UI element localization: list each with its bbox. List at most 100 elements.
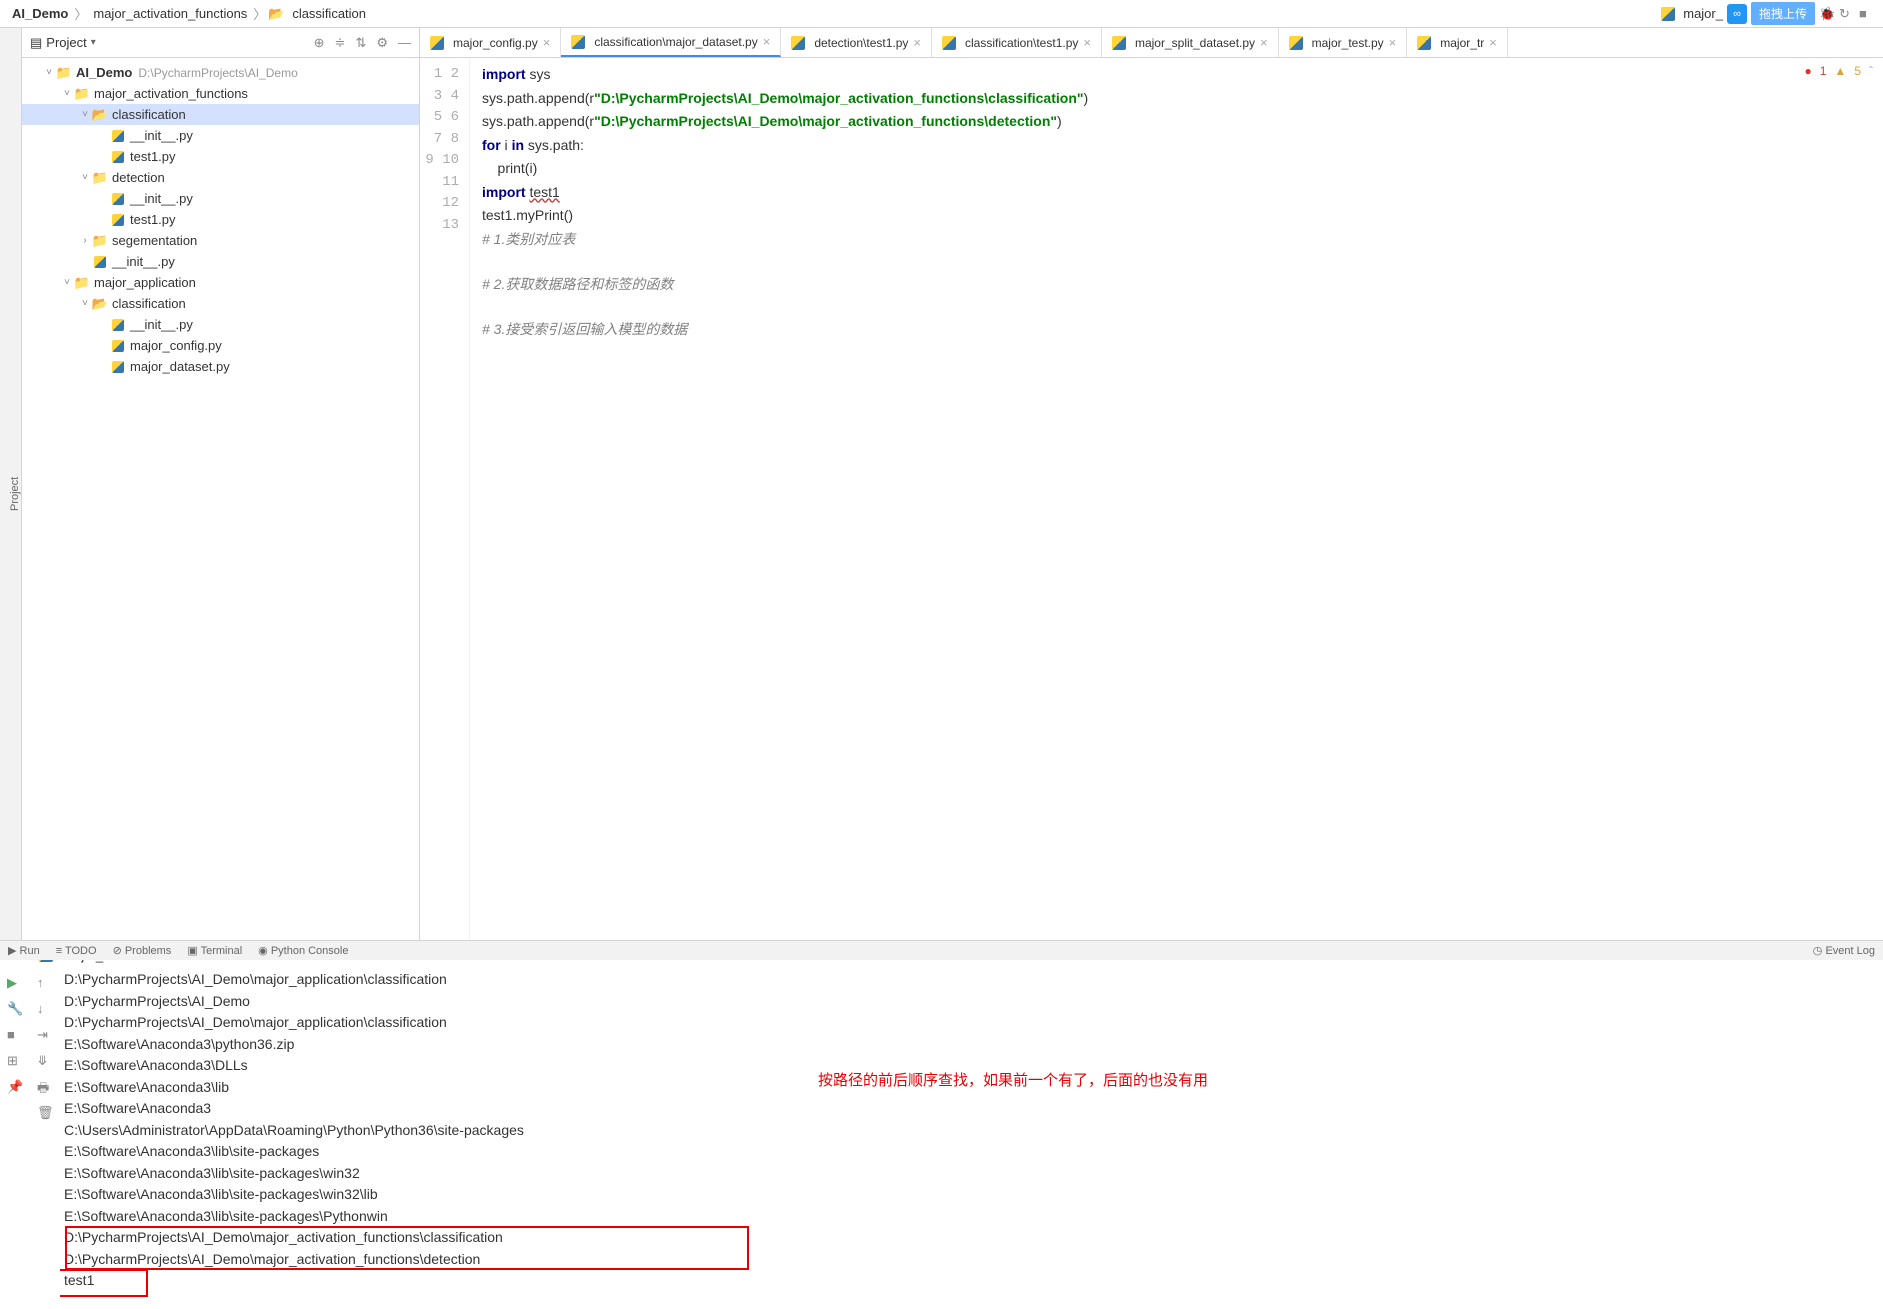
python-icon: [1661, 7, 1675, 21]
tree-row[interactable]: ˅📁major_application: [22, 272, 419, 293]
trash-icon[interactable]: 🗑: [37, 1105, 53, 1121]
crumb-1[interactable]: major_activation_functions: [89, 6, 251, 21]
chevron-down-icon[interactable]: ▾: [91, 37, 96, 48]
expand-icon[interactable]: ⇅: [355, 35, 366, 51]
tree-label: classification: [112, 107, 186, 122]
tree-row[interactable]: ›📁segementation: [22, 230, 419, 251]
layout-icon[interactable]: ⊞: [7, 1053, 23, 1069]
tree-row[interactable]: __init__.py: [22, 314, 419, 335]
folder-icon: 📁: [74, 276, 90, 290]
wrench-icon[interactable]: 🔧: [7, 1001, 23, 1017]
refresh-icon[interactable]: ↻: [1839, 6, 1855, 22]
status-run[interactable]: ▶ Run: [8, 944, 40, 957]
down-icon[interactable]: ↓: [37, 1001, 53, 1017]
tree-row[interactable]: __init__.py: [22, 251, 419, 272]
project-title[interactable]: Project: [46, 35, 86, 50]
chevron-right-icon: 〉: [72, 4, 89, 23]
tree-label: AI_Demo: [76, 65, 132, 80]
tree-label: test1.py: [130, 149, 176, 164]
editor-tab[interactable]: major_test.py×: [1279, 28, 1408, 57]
close-icon[interactable]: ×: [763, 34, 771, 49]
folder-icon: 📂: [92, 297, 108, 311]
editor-tab[interactable]: major_config.py ×: [420, 28, 561, 57]
editor-tab[interactable]: detection\test1.py×: [781, 28, 932, 57]
code-editor[interactable]: 1 2 3 4 5 6 7 8 9 10 11 12 13 import sys…: [420, 58, 1883, 940]
tree-arrow-icon[interactable]: ›: [78, 235, 92, 246]
tree-row[interactable]: ˅📁AI_DemoD:\PycharmProjects\AI_Demo: [22, 62, 419, 83]
status-todo[interactable]: ≡ TODO: [56, 945, 97, 957]
up-icon[interactable]: ↑: [37, 975, 53, 991]
close-icon[interactable]: ×: [543, 35, 551, 50]
status-terminal[interactable]: ▣ Terminal: [187, 944, 242, 957]
tree-row[interactable]: major_dataset.py: [22, 356, 419, 377]
tree-label: major_dataset.py: [130, 359, 230, 374]
tree-arrow-icon[interactable]: ˅: [78, 172, 92, 183]
tree-arrow-icon[interactable]: ˅: [60, 277, 74, 288]
pin-icon[interactable]: 📌: [7, 1079, 23, 1095]
upload-button[interactable]: 拖拽上传: [1751, 2, 1815, 25]
tree-row[interactable]: test1.py: [22, 146, 419, 167]
close-icon[interactable]: ×: [1260, 35, 1268, 50]
tree-row[interactable]: __init__.py: [22, 125, 419, 146]
project-tree[interactable]: ˅📁AI_DemoD:\PycharmProjects\AI_Demo˅📁maj…: [22, 58, 419, 940]
status-pyconsole[interactable]: ◉ Python Console: [258, 944, 348, 957]
sidetab-project[interactable]: Project: [9, 48, 21, 940]
gear-icon[interactable]: ⚙: [376, 35, 388, 51]
chevron-icon[interactable]: ˆ: [1869, 64, 1873, 78]
tree-label: __init__.py: [112, 254, 175, 269]
tree-row[interactable]: major_config.py: [22, 335, 419, 356]
tree-row[interactable]: test1.py: [22, 209, 419, 230]
tree-arrow-icon[interactable]: ˅: [60, 88, 74, 99]
tab-label: major_split_dataset.py: [1135, 36, 1255, 50]
print-icon[interactable]: 🖶: [37, 1079, 53, 1095]
python-icon: [1289, 36, 1303, 50]
crumb-root[interactable]: AI_Demo: [8, 6, 72, 21]
hide-icon[interactable]: —: [398, 35, 411, 51]
target-icon[interactable]: ⊕: [314, 35, 325, 51]
python-file-icon: [110, 129, 126, 143]
inspection-widget[interactable]: ●1 ▲5 ˆ: [1804, 64, 1873, 78]
editor-tab[interactable]: classification\major_dataset.py×: [561, 28, 781, 57]
play-icon[interactable]: ▶: [7, 975, 23, 991]
wrap-icon[interactable]: ⇥: [37, 1027, 53, 1043]
code-content[interactable]: import sys sys.path.append(r"D:\PycharmP…: [470, 58, 1883, 940]
run-panel: Run: major_dataset × ⚙ — ▶ 🔧 ■ ⊞ 📌 ↑ ↓ ⇥…: [0, 940, 1883, 1309]
tree-label: major_config.py: [130, 338, 222, 353]
status-problems[interactable]: ⊘ Problems: [113, 944, 172, 957]
tree-row[interactable]: ˅📁major_activation_functions: [22, 83, 419, 104]
close-icon[interactable]: ×: [1389, 35, 1397, 50]
console-output[interactable]: D:\PycharmProjects\AI_Demo\major_applica…: [60, 969, 1883, 1309]
project-panel-header: ▤ Project ▾ ⊕ ≑ ⇅ ⚙ —: [22, 28, 419, 58]
folder-icon: 📁: [92, 234, 108, 248]
tree-arrow-icon[interactable]: ˅: [78, 298, 92, 309]
bug-icon[interactable]: 🐞: [1819, 6, 1835, 22]
close-icon[interactable]: ×: [1083, 35, 1091, 50]
close-icon[interactable]: ×: [1489, 35, 1497, 50]
tree-row[interactable]: ˅📁detection: [22, 167, 419, 188]
tree-arrow-icon[interactable]: ˅: [42, 67, 56, 78]
python-icon: [942, 36, 956, 50]
tree-row[interactable]: __init__.py: [22, 188, 419, 209]
tab-label: major_config.py: [453, 36, 538, 50]
tree-row[interactable]: ˅📂classification: [22, 293, 419, 314]
python-file-icon: [110, 150, 126, 164]
cloud-icon[interactable]: ∞: [1727, 4, 1747, 24]
scroll-icon[interactable]: ⤋: [37, 1053, 53, 1069]
tree-path: D:\PycharmProjects\AI_Demo: [138, 66, 297, 80]
tree-arrow-icon[interactable]: ˅: [78, 109, 92, 120]
status-eventlog[interactable]: ◷ Event Log: [1813, 944, 1875, 957]
editor-tab[interactable]: major_tr×: [1407, 28, 1508, 57]
crumb-2[interactable]: classification: [288, 6, 370, 21]
close-icon[interactable]: ×: [913, 35, 921, 50]
editor-area: major_config.py×classification\major_dat…: [420, 28, 1883, 940]
run-config-name[interactable]: major_: [1683, 6, 1723, 21]
editor-tab[interactable]: major_split_dataset.py ×: [1102, 28, 1279, 57]
error-count: 1: [1820, 64, 1827, 78]
console-text: D:\PycharmProjects\AI_Demo\major_applica…: [64, 969, 1879, 1309]
stop-icon[interactable]: ■: [7, 1027, 23, 1043]
folder-icon: 📂: [268, 7, 284, 21]
collapse-icon[interactable]: ≑: [335, 35, 346, 51]
stop-icon[interactable]: ■: [1859, 6, 1875, 22]
tree-row[interactable]: ˅📂classification: [22, 104, 419, 125]
editor-tab[interactable]: classification\test1.py×: [932, 28, 1102, 57]
